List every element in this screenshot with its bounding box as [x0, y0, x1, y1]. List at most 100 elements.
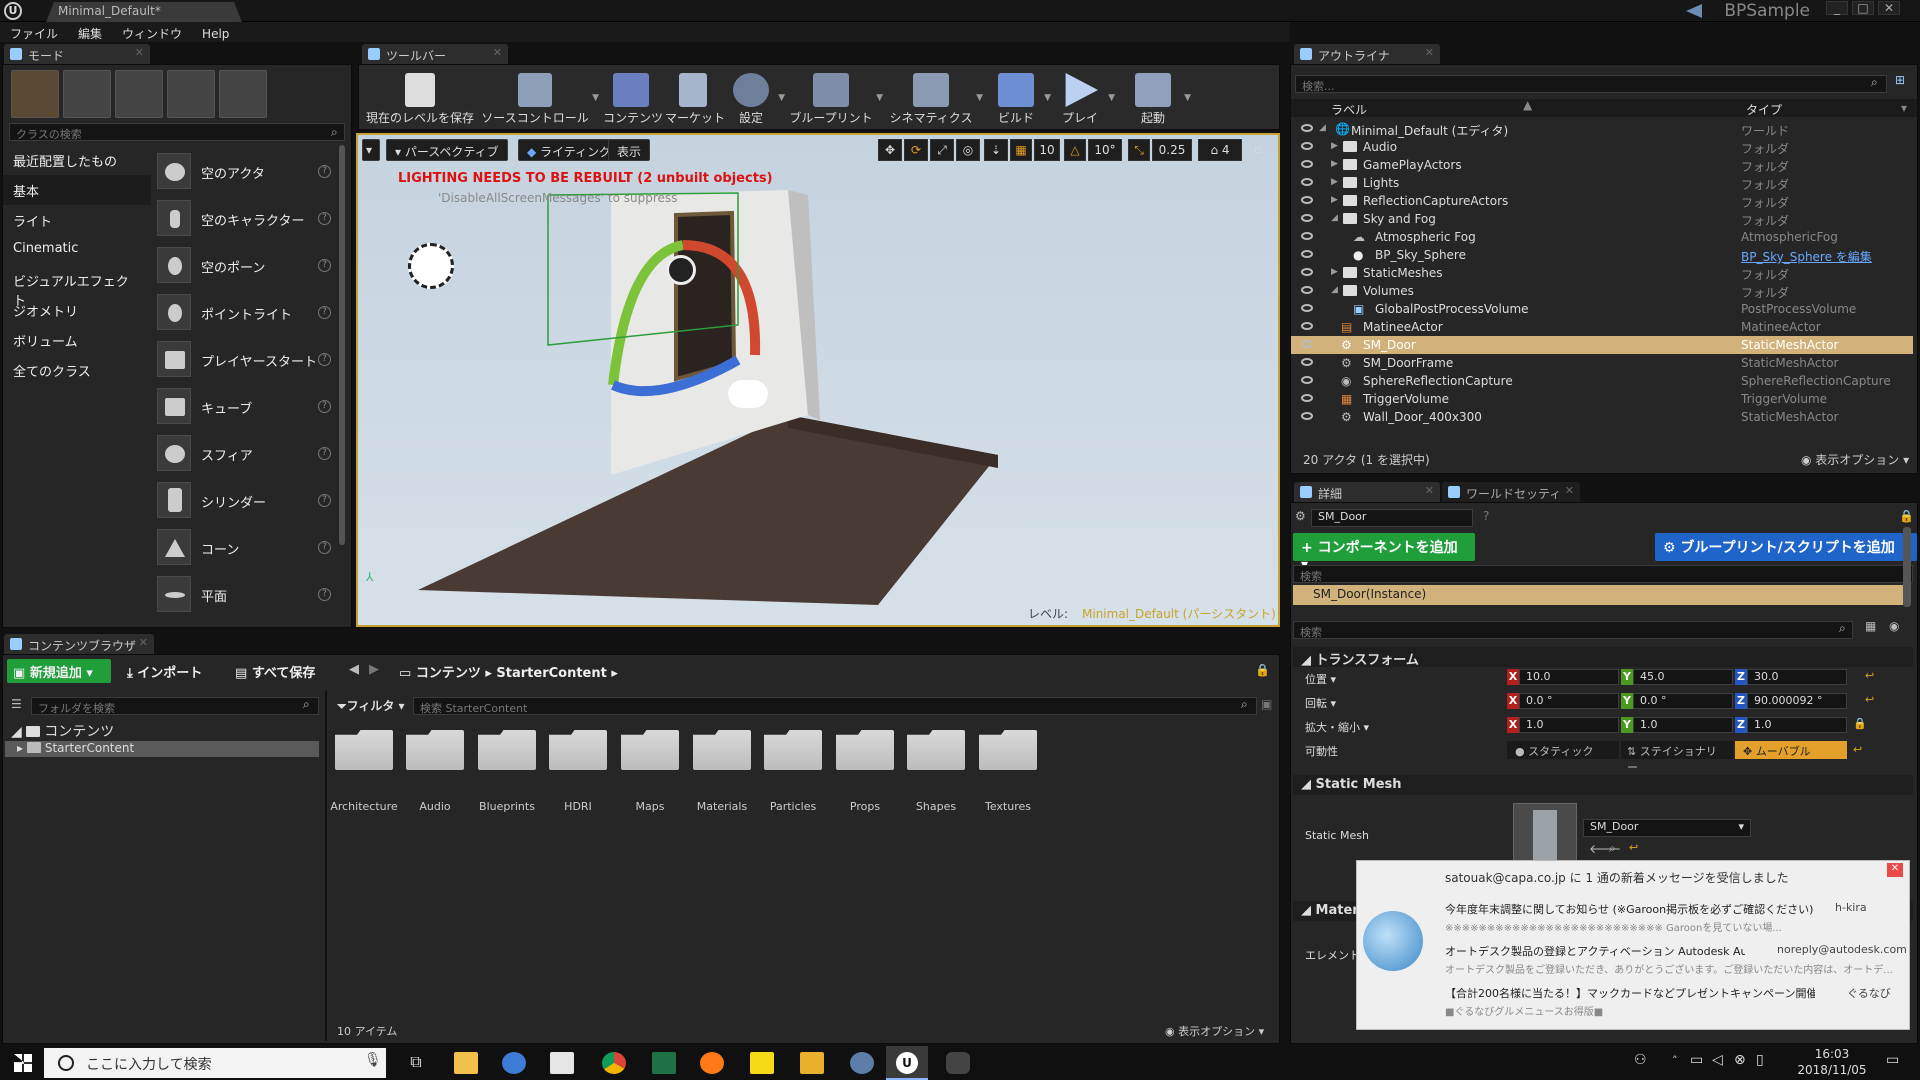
category-basic[interactable]: 基本: [3, 175, 151, 205]
grid-snap-icon[interactable]: ▦: [1010, 139, 1032, 161]
eye-icon[interactable]: ◉: [1889, 619, 1899, 633]
expand-arrow-icon[interactable]: ▶: [1331, 195, 1338, 205]
lock-icon[interactable]: 🔒: [1899, 509, 1914, 523]
back-arrow-icon[interactable]: ◀: [343, 659, 365, 683]
breadcrumb-root[interactable]: コンテンツ: [416, 666, 481, 681]
expand-arrow-icon[interactable]: ▶: [1331, 267, 1338, 277]
actor-player-start[interactable]: プレイヤースタート?: [153, 335, 335, 382]
viewport-options-button[interactable]: ▾: [362, 139, 380, 161]
eye-icon[interactable]: [1301, 376, 1313, 384]
category-lights[interactable]: ライト: [3, 205, 151, 235]
actor-empty-character[interactable]: 空のキャラクター?: [153, 194, 335, 241]
outliner-row[interactable]: ● BP_Sky_Sphere BP_Sky_Sphere を編集: [1291, 246, 1913, 264]
folder-tile[interactable]: [907, 730, 965, 770]
play-button[interactable]: プレイ ▼: [1055, 71, 1115, 139]
expand-arrow-icon[interactable]: ▶: [1331, 159, 1338, 169]
people-icon[interactable]: ⚇: [1634, 1052, 1647, 1068]
component-instance-row[interactable]: SM_Door(Instance): [1293, 585, 1903, 605]
category-all-classes[interactable]: 全てのクラス: [3, 355, 151, 385]
tab-modes[interactable]: モード ✕: [4, 44, 150, 64]
menu-help[interactable]: Help: [192, 24, 239, 44]
save-all-button[interactable]: ▤ すべて保存: [229, 659, 321, 683]
lock-icon[interactable]: 🔒: [1255, 663, 1270, 677]
outliner-row-selected[interactable]: ⚙ SM_Door StaticMeshActor: [1291, 336, 1913, 354]
thunderbird-taskbar-icon[interactable]: [502, 1052, 526, 1074]
filter-button[interactable]: ⏷フィルタ ▾: [337, 697, 405, 714]
message-subject[interactable]: 今年度年末調整に関してお知らせ (※Garoon掲示板を必ずご確認ください): [1445, 901, 1825, 917]
build-button[interactable]: ビルド ▼: [991, 71, 1051, 139]
steam-icon[interactable]: [850, 1052, 874, 1074]
level-viewport[interactable]: ⅄ ▾ ▾ パースペクティブ ◆ ライティング 表示 LIGHTING NEED…: [358, 135, 1278, 625]
outliner-row[interactable]: ◢ Sky and Fog フォルダ: [1291, 210, 1913, 228]
settings-button[interactable]: 設定 ▼: [727, 71, 785, 139]
tab-content-browser[interactable]: コンテンツブラウザ ✕: [4, 634, 154, 654]
reflection-capture-icon[interactable]: [666, 255, 696, 285]
outliner-row[interactable]: ▶ Audio フォルダ: [1291, 138, 1913, 156]
help-icon[interactable]: ?: [318, 259, 331, 272]
eye-icon[interactable]: [1301, 304, 1313, 312]
outliner-row[interactable]: ▶ StaticMeshes フォルダ: [1291, 264, 1913, 282]
eye-icon[interactable]: [1301, 160, 1313, 168]
chrome-icon[interactable]: [602, 1052, 626, 1074]
tree-root[interactable]: ◢ コンテンツ: [11, 721, 114, 741]
rotate-tool-icon[interactable]: ⟳: [904, 139, 928, 161]
eye-icon[interactable]: [1301, 340, 1313, 348]
menu-edit[interactable]: 編集: [68, 22, 112, 45]
help-icon[interactable]: ?: [318, 165, 331, 178]
eye-icon[interactable]: [1301, 322, 1313, 330]
launch-button[interactable]: 起動 ▼: [1125, 71, 1191, 139]
clock-date[interactable]: 2018/11/05: [1792, 1063, 1872, 1077]
import-button[interactable]: ⤓ インポート: [121, 659, 208, 683]
location-x-input[interactable]: 10.0: [1519, 669, 1619, 685]
help-icon[interactable]: ?: [318, 400, 331, 413]
help-icon[interactable]: ?: [318, 353, 331, 366]
folder-search-input[interactable]: フォルダを検索: [31, 697, 319, 715]
actor-cone[interactable]: コーン?: [153, 523, 335, 570]
chevron-down-icon[interactable]: ▾: [1901, 101, 1907, 115]
scale-y-input[interactable]: 1.0: [1633, 717, 1733, 733]
lock-icon[interactable]: 🔒: [1853, 717, 1867, 730]
outliner-row[interactable]: ☁ Atmospheric Fog AtmosphericFog: [1291, 228, 1913, 246]
eye-icon[interactable]: [1301, 394, 1313, 402]
blueprints-button[interactable]: ブループリント ▼: [789, 71, 883, 139]
folder-tile[interactable]: [621, 730, 679, 770]
eye-icon[interactable]: [1301, 358, 1313, 366]
lighting-button[interactable]: ◆ ライティング: [518, 139, 621, 161]
add-blueprint-button[interactable]: ⚙ ブループリント/スクリプトを追加: [1655, 533, 1917, 561]
camera-speed-button[interactable]: ⌂ 4: [1198, 139, 1242, 161]
category-visual-effects[interactable]: ビジュアルエフェクト: [3, 265, 151, 309]
folder-tile[interactable]: [549, 730, 607, 770]
eye-icon[interactable]: [1301, 124, 1313, 132]
help-icon[interactable]: ?: [1483, 509, 1489, 523]
landscape-mode-icon[interactable]: [115, 70, 163, 118]
outliner-row[interactable]: ◢ Volumes フォルダ: [1291, 282, 1913, 300]
status-x-icon[interactable]: ⊗: [1734, 1052, 1746, 1068]
unreal-logo-icon[interactable]: U: [4, 2, 22, 20]
actor-cube[interactable]: キューブ?: [153, 382, 335, 429]
mobility-movable-button[interactable]: ✥ ムーバブル: [1735, 741, 1847, 759]
tab-outliner[interactable]: アウトライナ ✕: [1294, 44, 1440, 64]
actor-name-field[interactable]: SM_Door: [1311, 509, 1473, 527]
reset-arrow-icon[interactable]: ↩: [1853, 743, 1862, 756]
reset-arrow-icon[interactable]: ↩: [1865, 669, 1874, 682]
close-icon[interactable]: ✕: [139, 636, 148, 649]
help-icon[interactable]: ?: [318, 494, 331, 507]
eye-icon[interactable]: [1301, 268, 1313, 276]
maximize-viewport-icon[interactable]: ▫: [1246, 139, 1270, 161]
collapse-arrow-icon[interactable]: ◢: [1331, 213, 1338, 223]
outliner-row[interactable]: ▶ ReflectionCaptureActors フォルダ: [1291, 192, 1913, 210]
tree-item-selected[interactable]: ▸ StarterContent: [5, 741, 319, 757]
outliner-row[interactable]: ⚙ Wall_Door_400x300 StaticMeshActor: [1291, 408, 1913, 426]
excel-icon[interactable]: [652, 1052, 676, 1074]
message-subject[interactable]: 【合計200名様に当たる！】マックカードなどプレゼントキャンペーン開催中 | ガ…: [1445, 985, 1815, 1001]
scale-tool-icon[interactable]: ⤢: [930, 139, 954, 161]
scale-x-input[interactable]: 1.0: [1519, 717, 1619, 733]
reset-arrow-icon[interactable]: ↩: [1629, 841, 1638, 854]
static-mesh-combo[interactable]: SM_Door ▾: [1583, 819, 1751, 837]
breadcrumb-current[interactable]: StarterContent: [496, 666, 606, 681]
marketplace-button[interactable]: マーケット: [665, 71, 725, 139]
rotation-label[interactable]: 回転 ▾: [1305, 695, 1336, 711]
category-recent[interactable]: 最近配置したもの: [3, 145, 151, 175]
component-search-input[interactable]: 検索: [1293, 565, 1913, 583]
tab-details[interactable]: 詳細 ✕: [1294, 482, 1440, 502]
